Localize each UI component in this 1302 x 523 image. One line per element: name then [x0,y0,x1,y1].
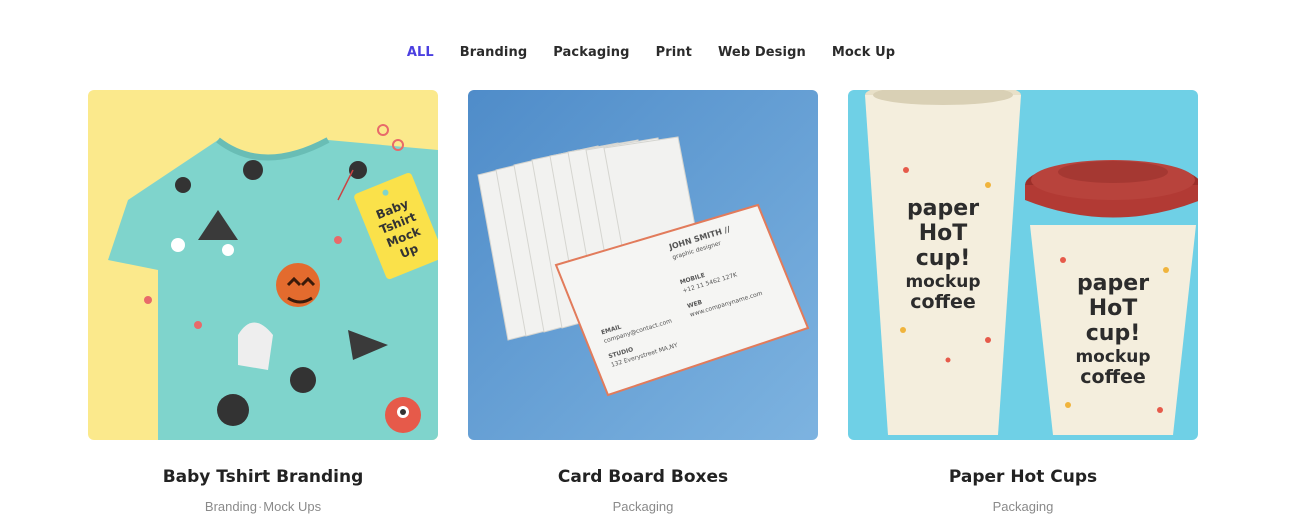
filter-packaging[interactable]: Packaging [540,44,642,62]
card-title[interactable]: Paper Hot Cups [848,467,1198,487]
card-tags: Packaging [468,499,818,514]
svg-text:HoT: HoT [1089,296,1138,321]
card-tag[interactable]: Branding [205,499,257,514]
filter-mock-up[interactable]: Mock Up [819,44,908,62]
portfolio-filter-bar: ALL Branding Packaging Print Web Design … [0,44,1302,62]
portfolio-thumbnail-tshirt[interactable]: Baby Tshirt Mock Up [88,90,438,440]
portfolio-card[interactable]: paper HoT cup! mockup coffee paper HoT c… [848,90,1198,514]
portfolio-thumbnail-business-cards[interactable]: JOHN SMITH // graphic designer MOBILE +1… [468,90,818,440]
svg-text:paper: paper [1077,271,1149,296]
filter-web-design[interactable]: Web Design [705,44,819,62]
card-tags: Packaging [848,499,1198,514]
filter-branding[interactable]: Branding [447,44,540,62]
cup-text-line-4: mockup [905,272,980,292]
svg-text:mockup: mockup [1075,347,1150,367]
portfolio-thumbnail-paper-cups[interactable]: paper HoT cup! mockup coffee paper HoT c… [848,90,1198,440]
filter-all[interactable]: ALL [394,44,447,62]
card-title[interactable]: Card Board Boxes [468,467,818,487]
card-title[interactable]: Baby Tshirt Branding [88,467,438,487]
card-tags: Branding·Mock Ups [88,499,438,514]
filter-print[interactable]: Print [643,44,705,62]
cup-text-line-2: HoT [919,221,968,246]
portfolio-card[interactable]: Baby Tshirt Mock Up Baby Tshirt Branding… [88,90,438,514]
card-tag[interactable]: Packaging [613,499,674,514]
cup-text-line-3: cup! [916,246,970,271]
portfolio-grid: Baby Tshirt Mock Up Baby Tshirt Branding… [88,90,1198,514]
cup-text-line-5: coffee [910,291,975,313]
portfolio-card[interactable]: JOHN SMITH // graphic designer MOBILE +1… [468,90,818,514]
cup-text-line-1: paper [907,196,979,221]
svg-text:coffee: coffee [1080,366,1145,388]
svg-text:cup!: cup! [1086,321,1140,346]
card-tag[interactable]: Mock Ups [263,499,321,514]
card-tag[interactable]: Packaging [993,499,1054,514]
